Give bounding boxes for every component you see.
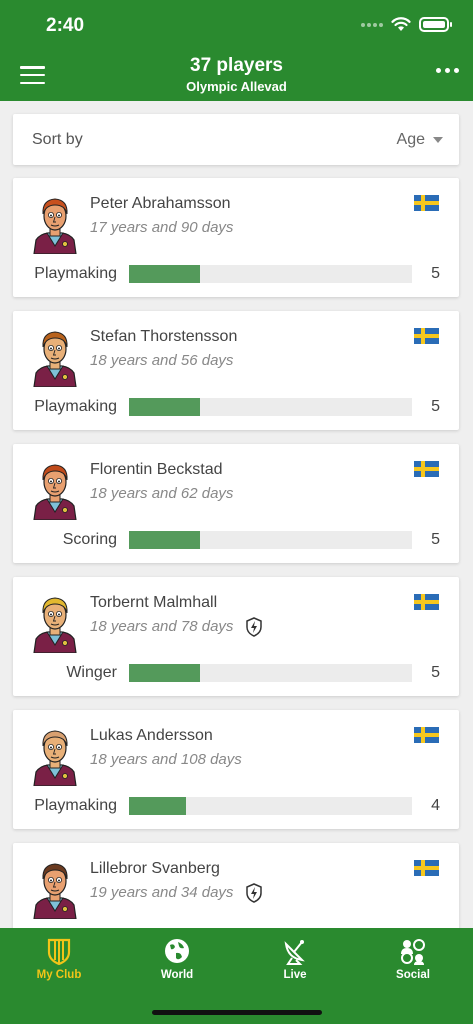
sort-selector[interactable]: Sort by Age [13,114,459,165]
page-title-block: 37 players Olympic Allevad [0,55,473,94]
skill-bar-fill [129,398,200,416]
sort-label: Sort by [32,131,83,148]
skill-bar [129,797,412,815]
skill-label: Playmaking [34,265,117,282]
player-age: 18 years and 78 days [90,618,234,635]
skill-label: Playmaking [34,398,117,415]
player-age: 18 years and 108 days [90,751,242,768]
people-icon [398,936,428,966]
skill-bar-fill [129,664,200,682]
player-age: 19 years and 34 days [90,884,234,901]
player-card[interactable]: Torbernt Malmhall 18 years and 78 days Win… [13,577,459,696]
skill-label: Scoring [62,531,117,548]
player-avatar [32,724,78,787]
player-card[interactable]: Peter Abrahamsson 17 years and 90 days Pla… [13,178,459,297]
player-age: 17 years and 90 days [90,219,234,236]
tab-my-club[interactable]: My Club [0,936,118,981]
tab-live[interactable]: Live [236,936,354,981]
battery-icon [419,17,452,32]
sweden-flag-icon [414,594,439,610]
shield-icon [44,936,74,966]
player-card[interactable]: Florentin Beckstad 18 years and 62 days Sc… [13,444,459,563]
player-avatar [32,325,78,388]
player-avatar [32,458,78,521]
skill-label: Playmaking [34,797,117,814]
skill-level: 4 [431,797,440,814]
skill-bar-fill [129,531,200,549]
tab-social[interactable]: Social [354,936,472,981]
status-icons [361,17,452,32]
skill-bar-fill [129,265,200,283]
tab-label: Social [396,969,430,981]
app-header: 2:40 37 players Olympic Allevad [0,0,473,101]
player-name: Lillebror Svanberg [90,860,220,877]
signal-icon [361,22,383,27]
player-card[interactable]: Lillebror Svanberg 19 years and 34 days [13,843,459,928]
quick-specialty-icon [245,617,263,637]
skill-bar-fill [129,797,186,815]
player-avatar [32,857,78,920]
sweden-flag-icon [414,461,439,477]
globe-icon [162,936,192,966]
sort-value: Age [396,131,425,148]
skill-level: 5 [431,398,440,415]
player-age: 18 years and 56 days [90,352,234,369]
tab-world[interactable]: World [118,936,236,981]
page-title: 37 players [190,55,283,76]
player-name: Peter Abrahamsson [90,195,231,212]
tab-label: World [160,969,194,981]
skill-bar [129,398,412,416]
player-name: Florentin Beckstad [90,461,223,478]
player-avatar [32,591,78,654]
skill-level: 5 [431,664,440,681]
skill-level: 5 [431,531,440,548]
skill-bar [129,531,412,549]
skill-level: 5 [431,265,440,282]
satellite-dish-icon [280,936,310,966]
player-avatar [32,192,78,255]
player-age: 18 years and 62 days [90,485,234,502]
sweden-flag-icon [414,195,439,211]
player-name: Torbernt Malmhall [90,594,218,611]
quick-specialty-icon [245,883,263,903]
sort-dropdown[interactable]: Age [397,131,443,149]
skill-bar [129,664,412,682]
skill-bar [129,265,412,283]
sweden-flag-icon [414,328,439,344]
tab-label: My Club [36,969,82,981]
club-name: Olympic Allevad [186,79,287,94]
player-name: Lukas Andersson [90,727,213,744]
sweden-flag-icon [414,860,439,876]
player-name: Stefan Thorstensson [90,328,238,345]
tab-label: Live [283,969,307,981]
chevron-down-icon [433,137,443,143]
player-card[interactable]: Lukas Andersson 18 years and 108 days Play… [13,710,459,829]
player-card[interactable]: Stefan Thorstensson 18 years and 56 days P… [13,311,459,430]
wifi-icon [391,17,411,31]
more-options-button[interactable] [436,68,459,73]
home-indicator [152,1010,322,1015]
skill-label: Winger [66,664,117,681]
status-time: 2:40 [46,15,85,36]
sweden-flag-icon [414,727,439,743]
